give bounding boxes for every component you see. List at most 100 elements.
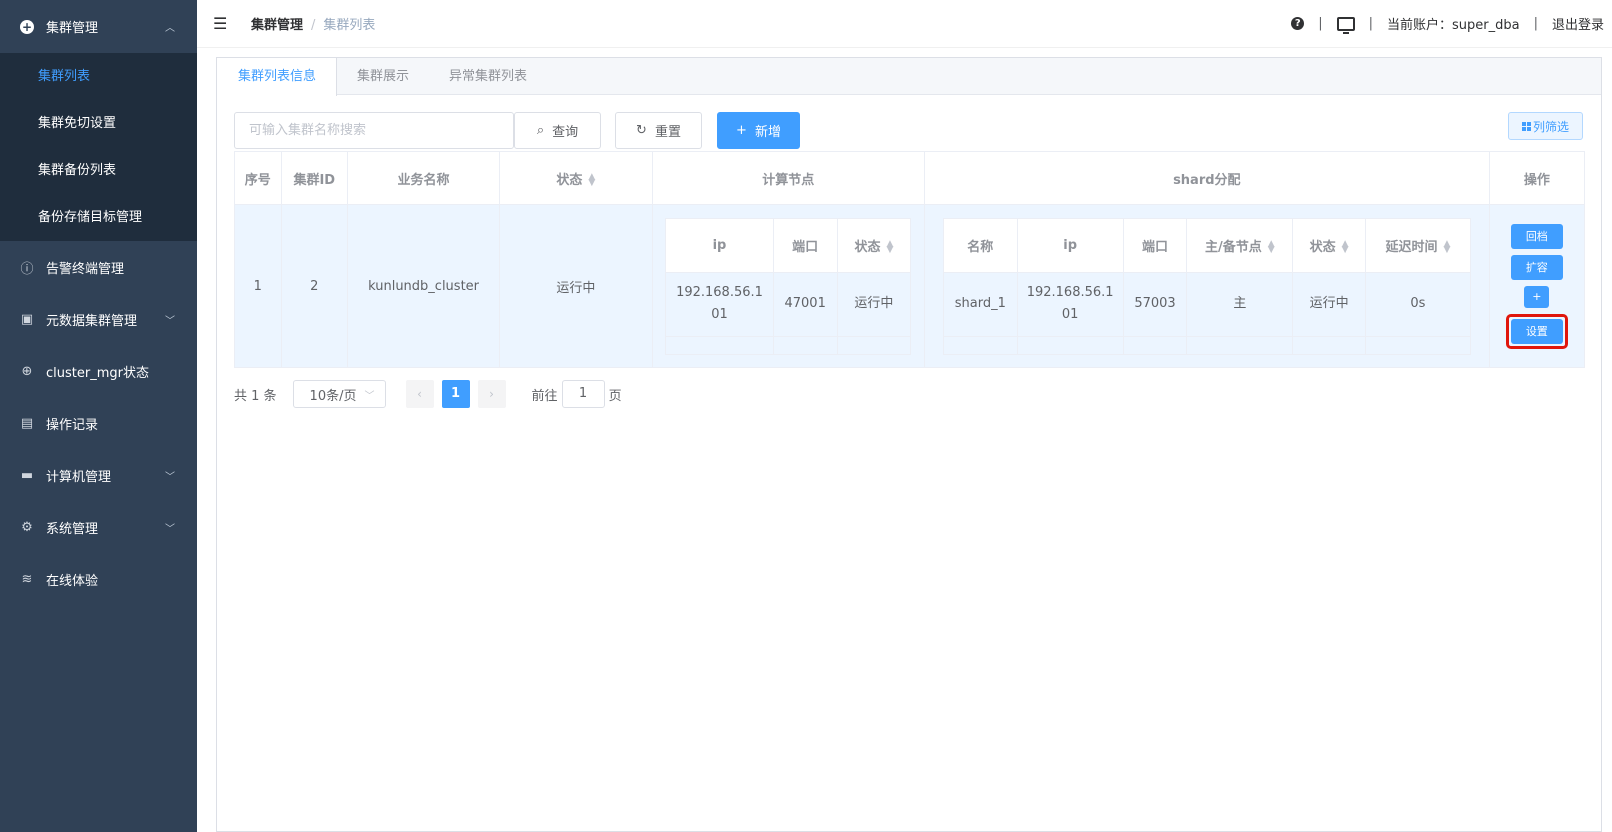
shard-header-status-label: 状态 (1309, 239, 1336, 255)
sort-icon[interactable]: ▲ ▼ (588, 173, 595, 188)
sidebar-item-cluster-backup-list[interactable]: 集群备份列表 (0, 147, 197, 194)
sidebar-item-label: 告警终端管理 (46, 261, 125, 277)
breadcrumb-item[interactable]: 集群管理 (251, 18, 303, 33)
empty-cell (665, 335, 774, 355)
sidebar-item-cluster-mgr-status[interactable]: ⊕ cluster_mgr状态 (0, 345, 197, 397)
cell-seq: 1 (234, 204, 282, 368)
rollback-button[interactable]: 回档 (1510, 223, 1563, 249)
shard-header-status[interactable]: 状态 ▲ ▼ (1292, 217, 1367, 273)
search-input[interactable] (234, 112, 514, 149)
shard-ip: 192.168.56.101 (1016, 271, 1124, 337)
goto-suffix: 页 (608, 388, 622, 404)
sort-icon[interactable]: ▲ ▼ (1268, 240, 1275, 255)
header-operations: 操作 (1488, 151, 1586, 205)
shard-header-role[interactable]: 主/备节点 ▲ ▼ (1186, 217, 1294, 273)
goto-prefix: 前往 (531, 388, 558, 404)
sidebar-item-label: 系统管理 (46, 521, 99, 537)
sidebar-item-alert-terminal[interactable]: ⓘ 告警终端管理 (0, 241, 197, 293)
compute-header-ip: ip (665, 217, 774, 273)
sidebar-item-computer-management[interactable]: ▬ 计算机管理 ﹀ (0, 449, 197, 501)
sidebar-item-backup-storage[interactable]: 备份存储目标管理 (0, 194, 197, 241)
shard-header-delay[interactable]: 延迟时间 ▲ ▼ (1365, 217, 1471, 273)
cell-status: 运行中 (499, 204, 653, 368)
reset-button[interactable]: ↻ 重置 (615, 112, 702, 149)
header-seq: 序号 (234, 151, 282, 205)
sidebar-item-cluster-list[interactable]: 集群列表 (0, 53, 197, 100)
compute-header-status[interactable]: 状态 ▲ ▼ (836, 217, 912, 273)
sort-icon[interactable]: ▲ ▼ (1443, 240, 1450, 255)
next-page-button[interactable]: › (477, 380, 506, 408)
sort-icon[interactable]: ▲ ▼ (1342, 240, 1349, 255)
sidebar-item-metadata-cluster[interactable]: ▣ 元数据集群管理 ﹀ (0, 293, 197, 345)
pagination: 共 1 条 10条/页 ﹀ ‹ 1 › 前往 1 页 (234, 380, 622, 408)
toolbar: ⌕ 查询 ↻ 重置 + 新增 列筛选 (234, 112, 1601, 149)
page-size-select[interactable]: 10条/页 ﹀ (292, 380, 386, 408)
help-icon[interactable]: ? (1291, 17, 1305, 30)
search-icon: ⌕ (536, 123, 545, 138)
tab-abnormal-cluster-list[interactable]: 异常集群列表 (429, 58, 547, 94)
refresh-icon: ↻ (636, 123, 647, 138)
crosshair-icon: ⊕ (21, 363, 33, 379)
sidebar-submenu: 集群列表 集群免切设置 集群备份列表 备份存储目标管理 (0, 53, 197, 241)
tab-cluster-display[interactable]: 集群展示 (337, 58, 429, 94)
shard-header-name: 名称 (942, 217, 1018, 273)
header-status[interactable]: 状态 ▲ ▼ (499, 151, 653, 205)
cell-shard-allocation: 名称 ip 端口 主/备节点 ▲ ▼ 状态 ▲ ▼ 延迟时间 ▲ ▼ shard_1 192… (923, 204, 1490, 368)
compute-node-table: ip 端口 状态 ▲ ▼ 192.168.56.101 47001 运行中 (665, 217, 912, 355)
top-header: ☰ 集群管理 / 集群列表 ? | | 当前账户：super_dba | 退出登录 (197, 0, 1612, 48)
alert-circle-icon: ⓘ (20, 261, 34, 277)
empty-cell (1186, 335, 1294, 355)
empty-cell (1292, 335, 1367, 355)
settings-button[interactable]: 设置 (1510, 318, 1563, 344)
add-button[interactable]: + 新增 (717, 112, 800, 149)
chevron-down-icon: ﹀ (165, 315, 175, 327)
more-button[interactable]: + (1524, 285, 1550, 308)
breadcrumb-separator: / (311, 18, 316, 33)
record-icon: ▤ (20, 415, 34, 431)
prev-page-button[interactable]: ‹ (405, 380, 434, 408)
header-cluster-id: 集群ID (280, 151, 348, 205)
shard-header-delay-label: 延迟时间 (1385, 239, 1438, 255)
sidebar-item-online-trial[interactable]: ≋ 在线体验 (0, 553, 197, 605)
empty-cell (836, 335, 912, 355)
expand-button[interactable]: 扩容 (1510, 254, 1563, 280)
reset-label: 重置 (654, 125, 681, 140)
empty-cell (1122, 335, 1188, 355)
divider: | (1533, 16, 1538, 31)
sidebar-item-system-management[interactable]: ⚙ 系统管理 ﹀ (0, 501, 197, 553)
query-button[interactable]: ⌕ 查询 (514, 112, 601, 149)
sort-icon[interactable]: ▲ ▼ (886, 240, 893, 255)
header-shard: shard分配 (923, 151, 1490, 205)
cell-cluster-id: 2 (280, 204, 348, 368)
chevron-down-icon: ﹀ (165, 471, 175, 483)
sidebar-group-cluster-management[interactable]: + 集群管理 ︿ (0, 0, 197, 53)
sidebar-item-label: 元数据集群管理 (46, 313, 138, 329)
goto-page-input[interactable]: 1 (561, 380, 605, 408)
logout-link[interactable]: 退出登录 (1552, 14, 1604, 33)
tab-cluster-list-info[interactable]: 集群列表信息 (217, 58, 338, 96)
sidebar-item-operation-log[interactable]: ▤ 操作记录 (0, 397, 197, 449)
sidebar-item-label: 在线体验 (46, 573, 99, 589)
monitor-icon[interactable] (1336, 16, 1355, 34)
page-number-current[interactable]: 1 (441, 380, 470, 408)
shard-header-ip: ip (1016, 217, 1124, 273)
empty-cell (1365, 335, 1471, 355)
shard-port: 57003 (1122, 271, 1188, 337)
cluster-table: 序号 集群ID 业务名称 状态 ▲ ▼ 计算节点 shard分配 操作 1 2 ku… (234, 151, 1586, 368)
compute-ip: 192.168.56.101 (665, 271, 774, 337)
chevron-down-icon: ﹀ (165, 523, 175, 535)
tab-bar: 集群列表信息 集群展示 异常集群列表 (217, 58, 1601, 96)
sidebar: + 集群管理 ︿ 集群列表 集群免切设置 集群备份列表 备份存储目标管理 ⓘ 告… (0, 0, 197, 832)
shard-table: 名称 ip 端口 主/备节点 ▲ ▼ 状态 ▲ ▼ 延迟时间 ▲ ▼ shard_1 192… (942, 217, 1471, 355)
plus-icon: + (736, 123, 747, 138)
metadata-icon: ▣ (20, 311, 34, 327)
cluster-card: 集群列表信息 集群展示 异常集群列表 ⌕ 查询 ↻ 重置 + 新增 列筛选 序号 集群… (216, 57, 1602, 832)
breadcrumb: 集群管理 / 集群列表 (251, 14, 375, 33)
header-actions: ? | | 当前账户：super_dba | 退出登录 (1291, 14, 1604, 34)
plus-circle-icon: + (20, 19, 34, 34)
divider: | (1318, 16, 1323, 31)
sidebar-item-cluster-failover-settings[interactable]: 集群免切设置 (0, 100, 197, 147)
query-label: 查询 (552, 125, 579, 140)
hamburger-icon[interactable]: ☰ (213, 14, 229, 33)
column-filter-button[interactable]: 列筛选 (1508, 112, 1583, 140)
